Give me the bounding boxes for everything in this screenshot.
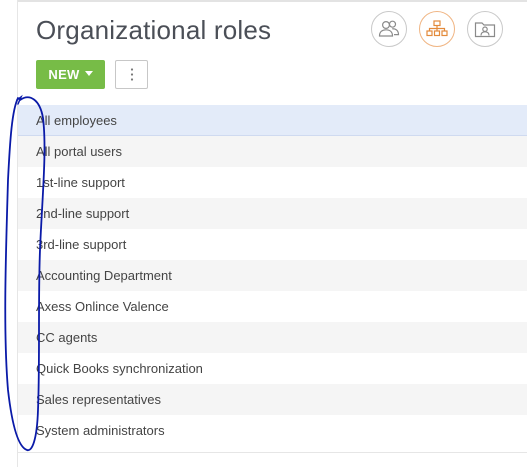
role-item-quick-books-sync[interactable]: Quick Books synchronization <box>18 353 527 384</box>
role-item-system-administrators[interactable]: System administrators <box>18 415 527 446</box>
role-item-axess-onlince-valence[interactable]: Axess Onlince Valence <box>18 291 527 322</box>
new-button-label: NEW <box>48 67 80 82</box>
frame-top-border <box>17 0 527 2</box>
role-item-1st-line-support[interactable]: 1st-line support <box>18 167 527 198</box>
user-folder-view-button[interactable] <box>467 11 503 47</box>
new-button[interactable]: NEW <box>36 60 105 89</box>
role-item-sales-representatives[interactable]: Sales representatives <box>18 384 527 415</box>
page-title: Organizational roles <box>36 15 272 45</box>
users-icon <box>378 20 400 37</box>
user-folder-icon <box>474 22 496 38</box>
caret-down-icon <box>84 71 93 76</box>
org-chart-view-button[interactable] <box>419 11 455 47</box>
role-item-2nd-line-support[interactable]: 2nd-line support <box>18 198 527 229</box>
role-item-cc-agents[interactable]: CC agents <box>18 322 527 353</box>
vertical-dots-icon <box>130 68 133 81</box>
role-item-all-employees[interactable]: All employees <box>18 105 527 136</box>
frame-bottom-border <box>17 452 527 453</box>
users-view-button[interactable] <box>371 11 407 47</box>
role-item-3rd-line-support[interactable]: 3rd-line support <box>18 229 527 260</box>
roles-list: All employees All portal users 1st-line … <box>18 105 527 446</box>
more-actions-button[interactable] <box>115 60 148 89</box>
role-item-all-portal-users[interactable]: All portal users <box>18 136 527 167</box>
role-item-accounting-department[interactable]: Accounting Department <box>18 260 527 291</box>
org-chart-icon <box>426 20 448 37</box>
